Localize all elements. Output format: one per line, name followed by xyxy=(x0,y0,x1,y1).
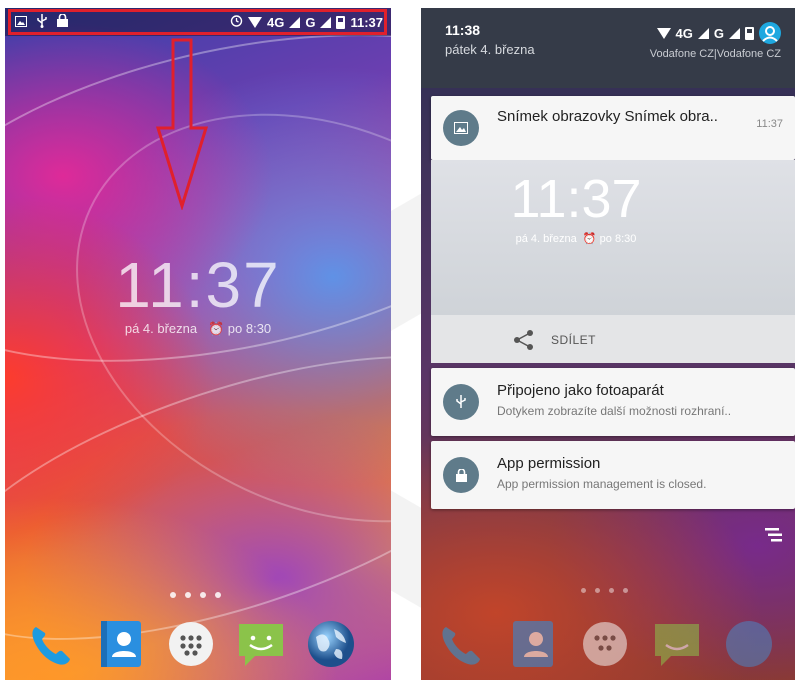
notification-title: Snímek obrazovky Snímek obra.. xyxy=(497,108,718,125)
notification-app-permission[interactable]: App permission App permission management… xyxy=(431,441,795,509)
browser-globe-icon[interactable] xyxy=(303,616,359,672)
phone-icon[interactable] xyxy=(23,616,79,672)
alarm-icon: ⏰ xyxy=(582,233,597,245)
header-date: pátek 4. března xyxy=(445,42,535,57)
page-dot xyxy=(170,592,176,598)
network-type-2: G xyxy=(713,25,724,41)
contacts-icon xyxy=(505,616,561,672)
notification-screenshot[interactable]: Snímek obrazovky Snímek obra.. 11:37 xyxy=(431,96,795,160)
page-dot xyxy=(609,588,614,593)
page-dot xyxy=(215,592,221,598)
lock-clock: 11:37 xyxy=(115,249,281,321)
status-bar-highlight xyxy=(8,9,387,35)
carrier-label: Vodafone CZ|Vodafone CZ xyxy=(649,48,781,60)
lock-alarm: po 8:30 xyxy=(227,321,272,336)
wifi-icon xyxy=(656,27,671,39)
notification-time: 11:37 xyxy=(756,118,783,130)
user-avatar-icon[interactable] xyxy=(759,22,781,44)
preview-date-line: pá 4. března ⏰ po 8:30 xyxy=(431,232,721,245)
signal-icon xyxy=(697,27,709,39)
dock-dimmed xyxy=(433,616,777,672)
page-indicator xyxy=(170,592,221,598)
notification-header[interactable]: 11:38 pátek 4. března 4G G Vodafone CZ|V… xyxy=(421,8,795,88)
page-indicator xyxy=(581,588,628,593)
network-type: 4G xyxy=(675,25,693,41)
share-action[interactable]: SDÍLET xyxy=(431,315,795,363)
app-drawer-icon[interactable] xyxy=(163,616,219,672)
messaging-icon xyxy=(649,616,705,672)
notification-usb[interactable]: Připojeno jako fotoaparát Dotykem zobraz… xyxy=(431,368,795,436)
contacts-icon[interactable] xyxy=(93,616,149,672)
share-icon xyxy=(513,329,535,356)
screenshot-comparison: 4G G 11:37 11:37 pá 4. března ⏰ po 8:30 xyxy=(0,0,795,685)
notification-title: Připojeno jako fotoaparát xyxy=(497,382,664,399)
lock-screen: 4G G 11:37 11:37 pá 4. března ⏰ po 8:30 xyxy=(5,8,391,680)
usb-icon xyxy=(443,384,479,420)
lock-date-line: pá 4. března ⏰ po 8:30 xyxy=(5,321,391,337)
dock xyxy=(23,616,359,672)
notification-shade-screen: 11:38 pátek 4. března 4G G Vodafone CZ|V… xyxy=(421,8,795,680)
signal-icon xyxy=(729,27,740,39)
preview-date: pá 4. března xyxy=(515,233,577,245)
status-bar[interactable]: 4G G 11:37 xyxy=(5,8,391,36)
browser-globe-icon xyxy=(721,616,777,672)
app-drawer-icon xyxy=(577,616,633,672)
page-dot xyxy=(200,592,206,598)
preview-alarm: po 8:30 xyxy=(599,233,637,245)
page-dot xyxy=(595,588,600,593)
phone-icon xyxy=(433,616,489,672)
header-time: 11:38 xyxy=(445,22,481,38)
page-dot xyxy=(623,588,628,593)
page-dot xyxy=(581,588,586,593)
notification-title: App permission xyxy=(497,455,601,472)
lock-icon xyxy=(443,457,479,493)
preview-clock: 11:37 xyxy=(510,169,642,229)
messaging-icon[interactable] xyxy=(233,616,289,672)
battery-icon xyxy=(745,26,754,40)
drag-down-arrow-icon xyxy=(156,38,208,210)
image-icon xyxy=(443,110,479,146)
lock-date: pá 4. března xyxy=(124,321,198,336)
alarm-icon: ⏰ xyxy=(207,321,225,336)
share-label: SDÍLET xyxy=(551,333,597,347)
screenshot-preview[interactable]: 11:37 pá 4. března ⏰ po 8:30 xyxy=(431,160,795,315)
notification-text: Dotykem zobrazíte další možnosti rozhran… xyxy=(497,404,732,418)
clear-all-icon[interactable] xyxy=(763,525,783,545)
page-dot xyxy=(185,592,191,598)
notification-text: App permission management is closed. xyxy=(497,477,707,491)
